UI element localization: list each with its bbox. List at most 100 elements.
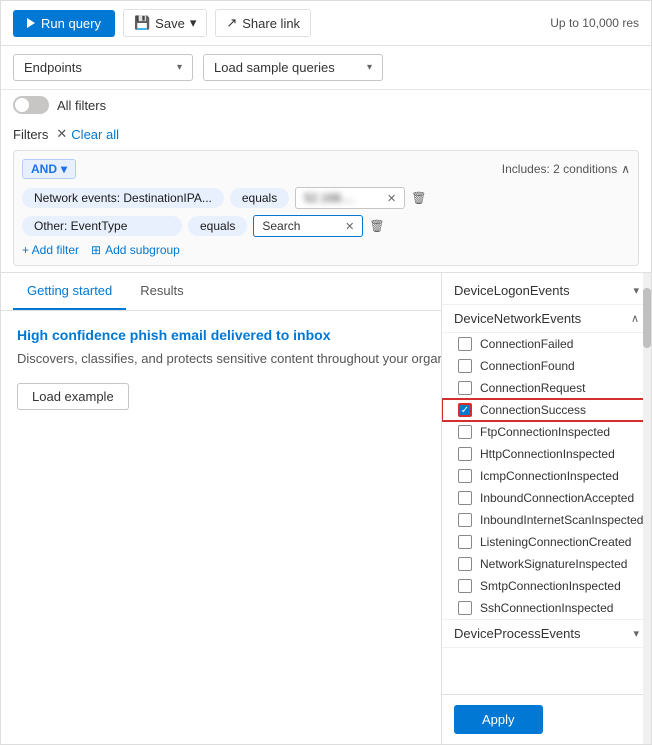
filter-field-1[interactable]: Network events: DestinationIPA... xyxy=(22,188,224,208)
delete-filter-icon-1[interactable]: 🗑 xyxy=(411,191,426,205)
add-filter-row: + Add filter ⊞ Add subgroup xyxy=(22,243,630,257)
filter-field-2[interactable]: Other: EventType xyxy=(22,216,182,236)
endpoints-dropdown[interactable]: Endpoints ▾ xyxy=(13,54,193,81)
save-label: Save xyxy=(155,16,185,31)
add-subgroup-button[interactable]: ⊞ Add subgroup xyxy=(91,243,180,257)
checkbox-inbound-internet-scan[interactable] xyxy=(458,513,472,527)
item-label: HttpConnectionInspected xyxy=(480,447,615,461)
apply-area: Apply xyxy=(442,694,651,744)
play-icon xyxy=(27,18,35,28)
operator-label: AND xyxy=(31,162,57,176)
chevron-down-icon: ▾ xyxy=(633,284,639,297)
tab-getting-started[interactable]: Getting started xyxy=(13,273,126,310)
checkbox-inbound-connection[interactable] xyxy=(458,491,472,505)
clear-all-button[interactable]: ✕ Clear all xyxy=(56,126,119,142)
list-item[interactable]: ConnectionFound xyxy=(442,355,651,377)
dropdowns-row: Endpoints ▾ Load sample queries ▾ xyxy=(1,46,651,90)
delete-filter-icon-2[interactable]: 🗑 xyxy=(369,219,384,233)
list-item[interactable]: NetworkSignatureInspected xyxy=(442,553,651,575)
filters-header: Filters ✕ Clear all xyxy=(13,126,639,142)
list-item[interactable]: HttpConnectionInspected xyxy=(442,443,651,465)
checkbox-icmp-connection[interactable] xyxy=(458,469,472,483)
results-info: Up to 10,000 res xyxy=(550,16,639,30)
add-filter-label: + Add filter xyxy=(22,243,79,257)
list-item[interactable]: ConnectionFailed xyxy=(442,333,651,355)
list-item[interactable]: InboundConnectionAccepted xyxy=(442,487,651,509)
scrollbar-thumb[interactable] xyxy=(643,288,651,348)
filters-section: Filters ✕ Clear all AND ▾ Includes: 2 co… xyxy=(1,120,651,273)
filter-row-1: Network events: DestinationIPA... equals… xyxy=(22,187,630,209)
list-item[interactable]: FtpConnectionInspected xyxy=(442,421,651,443)
filter-operator-1[interactable]: equals xyxy=(230,188,289,208)
checkbox-http-connection[interactable] xyxy=(458,447,472,461)
item-label: InboundInternetScanInspected xyxy=(480,513,643,527)
category-device-logon-events[interactable]: DeviceLogonEvents ▾ xyxy=(442,277,651,305)
item-label: ConnectionFound xyxy=(480,359,575,373)
checkbox-connection-found[interactable] xyxy=(458,359,472,373)
clear-value-icon-2[interactable]: ✕ xyxy=(345,220,354,233)
filter-value-text-2: Search xyxy=(262,219,300,233)
filter-value-2[interactable]: Search ✕ xyxy=(253,215,363,237)
chevron-down-icon: ▾ xyxy=(61,162,67,176)
run-query-button[interactable]: Run query xyxy=(13,10,115,37)
all-filters-toggle[interactable] xyxy=(13,96,49,114)
chevron-down-icon: ▾ xyxy=(367,62,372,73)
x-icon: ✕ xyxy=(56,126,67,142)
subgroup-icon: ⊞ xyxy=(91,243,101,257)
filter-operator-2[interactable]: equals xyxy=(188,216,247,236)
checkbox-connection-success[interactable] xyxy=(458,403,472,417)
apply-button[interactable]: Apply xyxy=(454,705,543,734)
filter-value-1[interactable]: 52.168.... ✕ xyxy=(295,187,405,209)
save-button[interactable]: 💾 Save ▾ xyxy=(123,9,207,37)
toolbar: Run query 💾 Save ▾ ↗ Share link Up to 10… xyxy=(1,1,651,46)
event-type-dropdown-overlay: DeviceLogonEvents ▾ DeviceNetworkEvents … xyxy=(441,273,651,744)
list-item[interactable]: SmtpConnectionInspected xyxy=(442,575,651,597)
load-sample-label: Load sample queries xyxy=(214,60,335,75)
toggle-row: All filters xyxy=(1,90,651,120)
add-filter-button[interactable]: + Add filter xyxy=(22,243,79,257)
includes-text: Includes: 2 conditions xyxy=(502,162,617,176)
list-item[interactable]: SshConnectionInspected xyxy=(442,597,651,619)
category-label: DeviceLogonEvents xyxy=(454,283,570,298)
chevron-down-icon: ▾ xyxy=(633,627,639,640)
checkbox-network-signature[interactable] xyxy=(458,557,472,571)
category-device-process-events[interactable]: DeviceProcessEvents ▾ xyxy=(442,619,651,648)
toggle-label: All filters xyxy=(57,98,106,113)
clear-all-label: Clear all xyxy=(71,127,119,142)
checkbox-listening-connection[interactable] xyxy=(458,535,472,549)
list-item-connection-success[interactable]: ConnectionSuccess xyxy=(442,399,651,421)
list-item[interactable]: ListeningConnectionCreated xyxy=(442,531,651,553)
item-label: InboundConnectionAccepted xyxy=(480,491,634,505)
share-link-button[interactable]: ↗ Share link xyxy=(215,9,311,37)
item-label: FtpConnectionInspected xyxy=(480,425,610,439)
add-subgroup-label: Add subgroup xyxy=(105,243,180,257)
tab-results[interactable]: Results xyxy=(126,273,197,310)
checkbox-smtp-connection[interactable] xyxy=(458,579,472,593)
chevron-up-icon[interactable] xyxy=(621,162,630,176)
list-item[interactable]: IcmpConnectionInspected xyxy=(442,465,651,487)
filter-group: AND ▾ Includes: 2 conditions Network eve… xyxy=(13,150,639,266)
run-query-label: Run query xyxy=(41,16,101,31)
load-example-label: Load example xyxy=(32,389,114,404)
item-label: SshConnectionInspected xyxy=(480,601,613,615)
share-icon: ↗ xyxy=(226,15,237,31)
toggle-knob xyxy=(15,98,29,112)
filters-label: Filters xyxy=(13,127,48,142)
item-label: NetworkSignatureInspected xyxy=(480,557,627,571)
scrollbar-track[interactable] xyxy=(643,273,651,744)
checkbox-ssh-connection[interactable] xyxy=(458,601,472,615)
checkbox-ftp-connection[interactable] xyxy=(458,425,472,439)
item-label: ConnectionRequest xyxy=(480,381,585,395)
checkbox-connection-failed[interactable] xyxy=(458,337,472,351)
checkbox-connection-request[interactable] xyxy=(458,381,472,395)
and-operator-badge[interactable]: AND ▾ xyxy=(22,159,76,179)
item-label: SmtpConnectionInspected xyxy=(480,579,621,593)
filter-value-text-1: 52.168.... xyxy=(304,191,354,205)
load-sample-dropdown[interactable]: Load sample queries ▾ xyxy=(203,54,383,81)
clear-value-icon-1[interactable]: ✕ xyxy=(387,192,396,205)
list-item[interactable]: InboundInternetScanInspected xyxy=(442,509,651,531)
load-example-button[interactable]: Load example xyxy=(17,383,129,410)
item-label: ConnectionFailed xyxy=(480,337,573,351)
list-item[interactable]: ConnectionRequest xyxy=(442,377,651,399)
category-device-network-events[interactable]: DeviceNetworkEvents ∧ xyxy=(442,305,651,333)
